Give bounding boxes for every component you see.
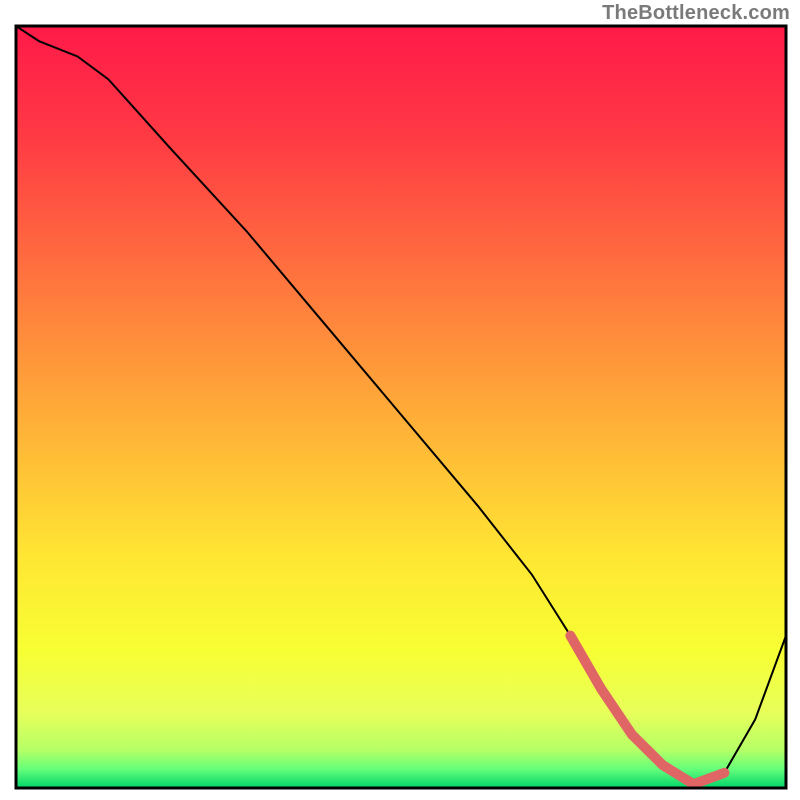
bottleneck-chart <box>0 0 800 800</box>
attribution-text: TheBottleneck.com <box>602 2 790 25</box>
gradient-background <box>16 26 786 788</box>
